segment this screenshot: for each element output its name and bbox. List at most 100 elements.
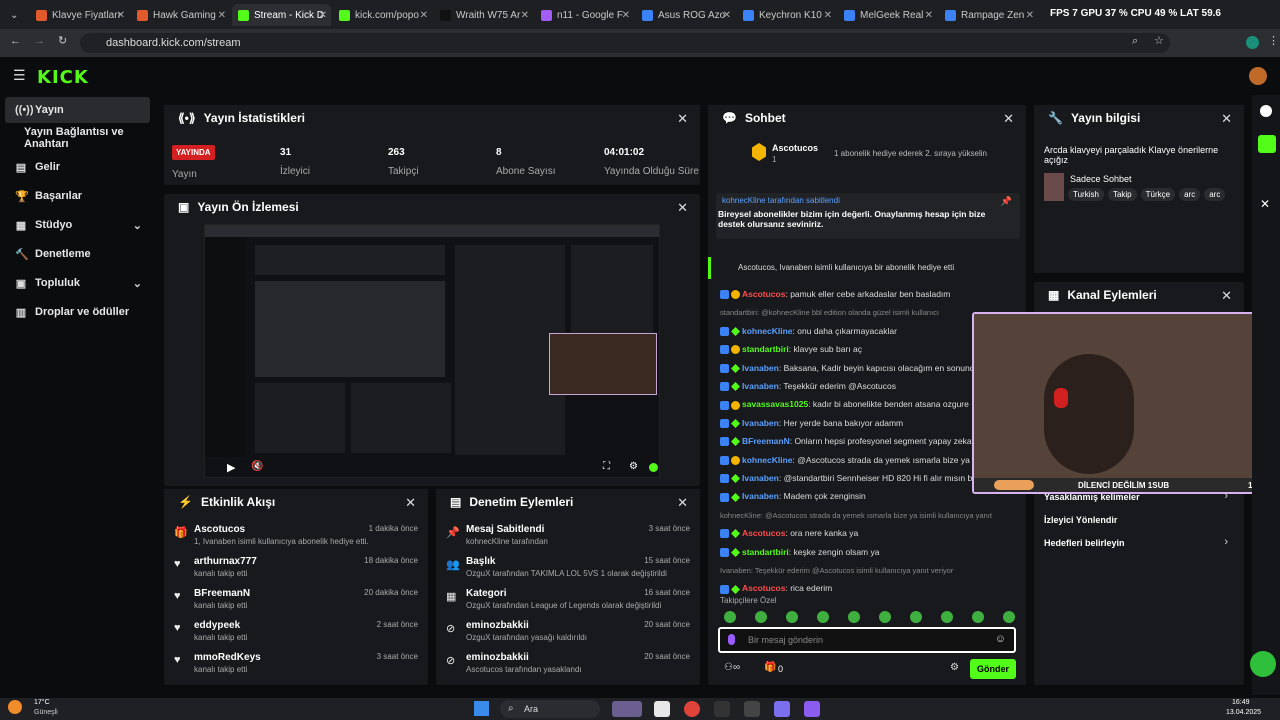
taskbar-app-twitch[interactable] xyxy=(804,701,820,717)
tab-close-icon[interactable]: ✕ xyxy=(117,10,125,21)
user-avatar[interactable] xyxy=(1249,67,1267,85)
list-item[interactable]: ♥ BFreemanN kanalı takip etti 20 dakika önc… xyxy=(164,585,428,617)
tag-chip[interactable]: arc xyxy=(1179,188,1201,201)
profile-avatar[interactable] xyxy=(1246,36,1259,49)
infinity-icon[interactable]: ⚇∞ xyxy=(724,662,740,673)
emote-icon[interactable] xyxy=(786,611,798,623)
forward-icon[interactable]: → xyxy=(34,35,45,47)
chat-message[interactable]: kohnecKline: @Ascotucos strada da yemek … xyxy=(720,455,1010,465)
chat-message[interactable]: standartbiri: klavye sub barı aç xyxy=(720,344,1010,355)
tag-chip[interactable]: Türkçe xyxy=(1140,188,1176,201)
chat-username[interactable]: kohnecKline xyxy=(742,326,793,336)
channel-action-item[interactable]: Hedefleri belirleyin › xyxy=(1044,536,1234,554)
info-icon[interactable] xyxy=(1260,105,1272,117)
tab-close-icon[interactable]: ✕ xyxy=(824,10,832,21)
chat-username[interactable]: Ascotucos xyxy=(742,528,785,538)
list-item[interactable]: 📌 Mesaj Sabitlendi kohnecKline tarafından 3… xyxy=(436,521,700,553)
taskbar-app-discord[interactable] xyxy=(774,701,790,717)
browser-tab[interactable]: Hawk Gaming ✕ xyxy=(131,4,230,26)
close-icon[interactable]: ✕ xyxy=(1221,111,1232,127)
chat-message[interactable]: Ivanaben: Madem çok zenginsin xyxy=(720,491,1010,502)
hamburger-icon[interactable]: ☰ xyxy=(13,67,26,84)
chat-message[interactable]: savassavas1025: kadır bi abonelikte bend… xyxy=(720,399,1010,410)
close-icon[interactable]: ✕ xyxy=(677,111,688,127)
emote-icon[interactable] xyxy=(848,611,860,623)
list-item[interactable]: ♥ mmoRedKeys kanalı takip etti 3 saat önce xyxy=(164,649,428,681)
chat-message[interactable]: Ivanaben: Teşekkür ederim @Ascotucos isi… xyxy=(720,565,1010,575)
list-item[interactable]: 🎁 Ascotucos 1, Ivanaben isimli kullanıcıya… xyxy=(164,521,428,553)
close-icon[interactable]: ✕ xyxy=(405,495,416,511)
emote-icon[interactable] xyxy=(972,611,984,623)
start-icon[interactable] xyxy=(474,701,489,716)
tab-close-icon[interactable]: ✕ xyxy=(925,10,933,21)
mute-icon[interactable]: 🔇 xyxy=(251,461,263,472)
chat-message[interactable]: Ivanaben: Her yerde bana bakıyor adamm xyxy=(720,418,1010,429)
green-chat-icon[interactable] xyxy=(1250,651,1276,677)
fullscreen-icon[interactable]: ⛶ xyxy=(603,461,610,472)
settings-gear-icon[interactable]: ⚙ xyxy=(629,461,638,472)
emote-icon[interactable] xyxy=(879,611,891,623)
play-icon[interactable]: ▶ xyxy=(227,461,235,474)
reload-icon[interactable]: ↻ xyxy=(58,34,67,47)
chat-username[interactable]: Ascotucos xyxy=(742,289,785,299)
chevron-down-icon[interactable]: ⌄ xyxy=(133,219,142,232)
sidebar-item[interactable]: ((•)) Yayın xyxy=(5,97,150,123)
list-item[interactable]: ♥ eddypeek kanalı takip etti 2 saat önce xyxy=(164,617,428,649)
taskbar-app-widget[interactable] xyxy=(612,701,642,717)
chat-username[interactable]: standartbiri xyxy=(742,547,789,557)
tab-close-icon[interactable]: ✕ xyxy=(420,10,428,21)
close-icon[interactable]: ✕ xyxy=(677,495,688,511)
emote-icon[interactable] xyxy=(941,611,953,623)
browser-tab[interactable]: kick.com/popo ✕ xyxy=(333,4,432,26)
chat-message[interactable]: kohnecKline: @Ascotucos strada da yemek … xyxy=(720,510,1010,520)
pin-icon[interactable]: 📌 xyxy=(1001,196,1012,207)
close-icon[interactable]: ✕ xyxy=(1003,111,1014,127)
tag-chip[interactable]: Takip xyxy=(1107,188,1137,201)
back-icon[interactable]: ← xyxy=(10,35,21,47)
chat-message[interactable]: Ascotucos: rica ederim xyxy=(720,583,1010,594)
close-icon[interactable]: ✕ xyxy=(677,200,688,216)
chat-message[interactable]: Ascotucos: ora nere kanka ya xyxy=(720,528,1010,539)
tag-chip[interactable]: Turkish xyxy=(1068,188,1104,201)
tab-close-icon[interactable]: ✕ xyxy=(319,10,327,21)
chat-username[interactable]: Ivanaben xyxy=(742,363,779,373)
chat-username[interactable]: standartbiri xyxy=(742,344,789,354)
tab-menu-icon[interactable]: ⌄ xyxy=(4,4,24,26)
sidebar-item[interactable]: 🔨 Denetleme xyxy=(5,241,150,267)
check-icon[interactable] xyxy=(1258,135,1276,153)
chat-message[interactable]: BFreemanN: Onların hepsi profesyonel seg… xyxy=(720,436,1010,447)
browser-tab[interactable]: Wraith W75 Ar ✕ xyxy=(434,4,533,26)
chat-settings-icon[interactable]: ⚙ xyxy=(950,662,959,673)
chat-input[interactable]: Bir mesaj gönderin ☺ xyxy=(718,627,1016,653)
chat-username[interactable]: kohnecKline xyxy=(742,455,793,465)
browser-tab[interactable]: MelGeek Real ✕ xyxy=(838,4,937,26)
chrome-icon[interactable] xyxy=(684,701,700,717)
browser-tab[interactable]: Klavye Fiyatları ✕ xyxy=(30,4,129,26)
tab-close-icon[interactable]: ✕ xyxy=(218,10,226,21)
chat-username[interactable]: Ivanaben xyxy=(742,473,779,483)
chat-message[interactable]: standartbiri: keşke zengin olsam ya xyxy=(720,547,1010,557)
emote-icon[interactable] xyxy=(910,611,922,623)
tab-close-icon[interactable]: ✕ xyxy=(1026,10,1034,21)
chat-message[interactable]: standartbiri: @kohnecKline bbl edition o… xyxy=(720,307,1010,317)
url-input[interactable]: dashboard.kick.com/stream xyxy=(80,33,1170,53)
chat-username[interactable]: Ascotucos xyxy=(742,583,785,593)
chat-username[interactable]: Ivanaben xyxy=(742,418,779,428)
mic-icon[interactable] xyxy=(728,634,735,645)
chat-message[interactable]: Ivanaben: Teşekkür ederim @Ascotucos xyxy=(720,381,1010,392)
chat-username[interactable]: BFreemanN xyxy=(742,436,790,446)
sidebar-item[interactable]: ▣ Topluluk ⌄ xyxy=(5,270,150,296)
browser-tab[interactable]: n11 - Google F ✕ xyxy=(535,4,634,26)
tab-close-icon[interactable]: ✕ xyxy=(723,10,731,21)
list-item[interactable]: ▦ Kategori OzguX tarafından League of Lege… xyxy=(436,585,700,617)
chat-message[interactable]: Ivanaben: @standartbiri Sennheiser HD 82… xyxy=(720,473,1010,484)
stream-preview-video[interactable]: ▶ 🔇 ⛶ ⚙ xyxy=(204,224,660,478)
emoji-icon[interactable]: ☺ xyxy=(995,633,1006,645)
more-menu-icon[interactable]: ⋮ xyxy=(1268,34,1279,47)
browser-tab[interactable]: Asus ROG Azo ✕ xyxy=(636,4,735,26)
list-item[interactable]: ⊘ eminozbakkii Ascotucos tarafından yasakl… xyxy=(436,649,700,681)
chat-message[interactable]: kohnecKline: onu daha çıkarmayacaklar xyxy=(720,326,1010,337)
chat-username[interactable]: Ivanaben xyxy=(742,381,779,391)
chat-username[interactable]: savassavas1025 xyxy=(742,399,808,409)
emote-icon[interactable] xyxy=(755,611,767,623)
